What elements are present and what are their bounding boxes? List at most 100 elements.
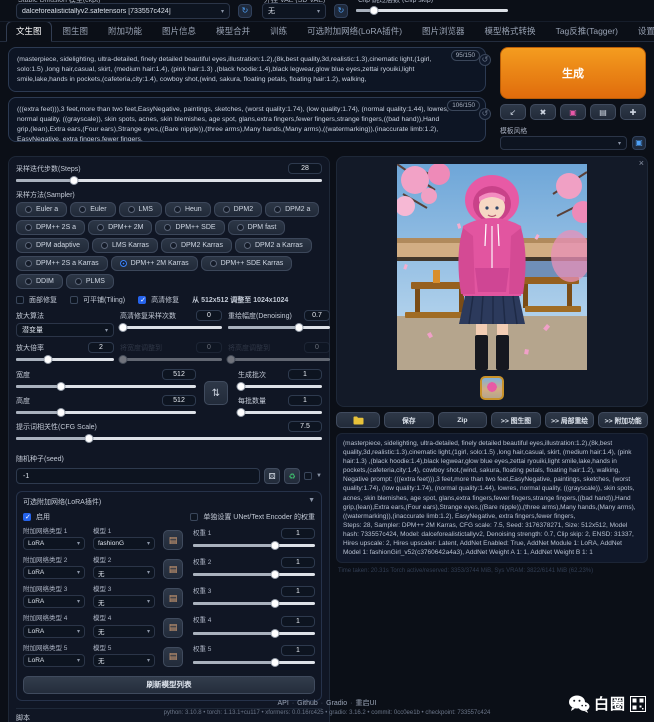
negative-prompt-input[interactable]: (((extra feet))),3 feet,more than two fe… <box>8 97 486 142</box>
lora-weight-value[interactable]: 1 <box>281 528 315 539</box>
width-value[interactable]: 512 <box>162 369 196 380</box>
lora-model-dropdown[interactable]: 无▾ <box>93 654 155 667</box>
sampler-option-9[interactable]: DPM fast <box>228 220 286 235</box>
sampler-option-4[interactable]: DPM2 <box>214 202 262 217</box>
sampler-option-3[interactable]: Heun <box>165 202 211 217</box>
slider-handle[interactable] <box>295 323 304 332</box>
tab-10[interactable]: 设置 <box>629 22 654 41</box>
lora-file-button[interactable]: ▤ <box>163 588 183 608</box>
upscaler-dropdown[interactable]: 潜变量▾ <box>16 323 114 337</box>
paste-params-button[interactable]: ↙ <box>500 104 526 120</box>
sampler-option-7[interactable]: DPM++ 2M <box>88 220 152 235</box>
lora-model-dropdown[interactable]: 无▾ <box>93 625 155 638</box>
width-slider[interactable] <box>16 382 196 391</box>
batch-count-slider[interactable] <box>238 382 322 391</box>
seed-input[interactable] <box>16 468 260 484</box>
sampler-option-17[interactable]: DDIM <box>16 274 63 289</box>
tab-6[interactable]: 可选附加网络(LoRA插件) <box>298 22 411 41</box>
sampler-option-5[interactable]: DPM2 a <box>265 202 319 217</box>
lora-panel-header[interactable]: 可选附加网络(LoRA插件) ▼ <box>23 497 315 507</box>
tab-3[interactable]: 图片信息 <box>153 22 205 41</box>
steps-slider[interactable] <box>16 176 322 185</box>
tab-1[interactable]: 图生图 <box>54 22 98 41</box>
slider-handle[interactable] <box>85 434 94 443</box>
slider-handle[interactable] <box>119 323 128 332</box>
style-apply-button[interactable]: ▣ <box>632 136 646 150</box>
cfg-value[interactable]: 7.5 <box>288 421 322 432</box>
lora-weight-value[interactable]: 1 <box>281 645 315 656</box>
generate-button[interactable]: 生成 <box>500 47 646 99</box>
vae-dropdown[interactable]: 无▾ <box>262 3 326 19</box>
lora-type-dropdown[interactable]: LoRA▾ <box>23 654 85 667</box>
generated-image[interactable] <box>342 162 642 373</box>
output-button-1[interactable]: Zip <box>438 412 488 428</box>
slider-handle[interactable] <box>370 6 379 15</box>
slider-handle[interactable] <box>270 629 279 638</box>
slider-handle[interactable] <box>270 658 279 667</box>
sampler-option-12[interactable]: DPM2 Karras <box>161 238 232 253</box>
lora-type-dropdown[interactable]: LoRA▾ <box>23 625 85 638</box>
apply-style-button[interactable]: ▤ <box>590 104 616 120</box>
sampler-option-16[interactable]: DPM++ SDE Karras <box>201 256 293 271</box>
sampler-option-14[interactable]: DPM++ 2S a Karras <box>16 256 108 271</box>
slider-handle[interactable] <box>57 408 66 417</box>
restore-faces-checkbox[interactable] <box>16 296 24 304</box>
tab-2[interactable]: 附加功能 <box>99 22 151 41</box>
tab-8[interactable]: 模型格式转换 <box>476 22 545 41</box>
height-value[interactable]: 512 <box>162 395 196 406</box>
vae-refresh-button[interactable]: ↻ <box>334 4 348 18</box>
random-seed-button[interactable]: ⚄ <box>264 468 280 484</box>
weight-slider[interactable] <box>193 658 315 667</box>
hires-fix-checkbox[interactable] <box>138 296 146 304</box>
tab-5[interactable]: 训练 <box>261 22 296 41</box>
lora-file-button[interactable]: ▤ <box>163 618 183 638</box>
denoising-value[interactable]: 0.7 <box>304 310 330 321</box>
seed-extra-chevron-icon[interactable]: ▼ <box>316 473 322 479</box>
sampler-option-6[interactable]: DPM++ 2S a <box>16 220 85 235</box>
lora-type-dropdown[interactable]: LoRA▾ <box>23 566 85 579</box>
tiling-checkbox[interactable] <box>70 296 78 304</box>
lora-separate-weights-checkbox[interactable] <box>190 513 198 521</box>
tab-0[interactable]: 文生图 <box>6 21 52 42</box>
footer-link-2[interactable]: Gradio <box>326 700 347 707</box>
extra-networks-button[interactable]: ▣ <box>560 104 586 120</box>
cfg-slider[interactable] <box>16 434 322 443</box>
height-slider[interactable] <box>16 408 196 417</box>
sampler-option-0[interactable]: Euler a <box>16 202 67 217</box>
token-refresh-icon[interactable]: ↺ <box>479 108 491 120</box>
batch-size-slider[interactable] <box>238 408 322 417</box>
extra-seed-checkbox[interactable] <box>304 472 312 480</box>
open-folder-button[interactable] <box>336 412 380 428</box>
lora-enable-checkbox[interactable] <box>23 513 31 521</box>
sampler-option-13[interactable]: DPM2 a Karras <box>235 238 312 253</box>
slider-handle[interactable] <box>236 382 245 391</box>
save-style-button[interactable]: ✚ <box>620 104 646 120</box>
slider-handle[interactable] <box>270 541 279 550</box>
slider-handle[interactable] <box>270 599 279 608</box>
sampler-option-8[interactable]: DPM++ SDE <box>155 220 224 235</box>
steps-value[interactable]: 28 <box>288 163 322 174</box>
clear-prompt-button[interactable]: ✖ <box>530 104 556 120</box>
lora-model-dropdown[interactable]: 无▾ <box>93 566 155 579</box>
sampler-option-15[interactable]: DPM++ 2M Karras <box>111 256 198 271</box>
slider-handle[interactable] <box>270 570 279 579</box>
lora-model-dropdown[interactable]: fashionG▾ <box>93 537 155 550</box>
sampler-option-2[interactable]: LMS <box>119 202 162 217</box>
upscale-by-value[interactable]: 2 <box>88 342 114 353</box>
slider-handle[interactable] <box>236 408 245 417</box>
sampler-option-10[interactable]: DPM adaptive <box>16 238 89 253</box>
output-button-0[interactable]: 保存 <box>384 412 434 428</box>
lora-file-button[interactable]: ▤ <box>163 530 183 550</box>
prompt-input[interactable]: (masterpiece, sidelighting, ultra-detail… <box>8 47 486 92</box>
slider-handle[interactable] <box>44 355 53 364</box>
sampler-option-11[interactable]: LMS Karras <box>92 238 158 253</box>
weight-slider[interactable] <box>193 629 315 638</box>
footer-link-3[interactable]: 重启UI <box>355 700 376 707</box>
weight-slider[interactable] <box>193 541 315 550</box>
sampler-option-18[interactable]: PLMS <box>66 274 114 289</box>
lora-type-dropdown[interactable]: LoRA▾ <box>23 595 85 608</box>
tab-4[interactable]: 模型合并 <box>207 22 259 41</box>
clip-skip-slider[interactable] <box>356 6 508 15</box>
slider-handle[interactable] <box>70 176 79 185</box>
tab-7[interactable]: 图片浏览器 <box>413 22 474 41</box>
